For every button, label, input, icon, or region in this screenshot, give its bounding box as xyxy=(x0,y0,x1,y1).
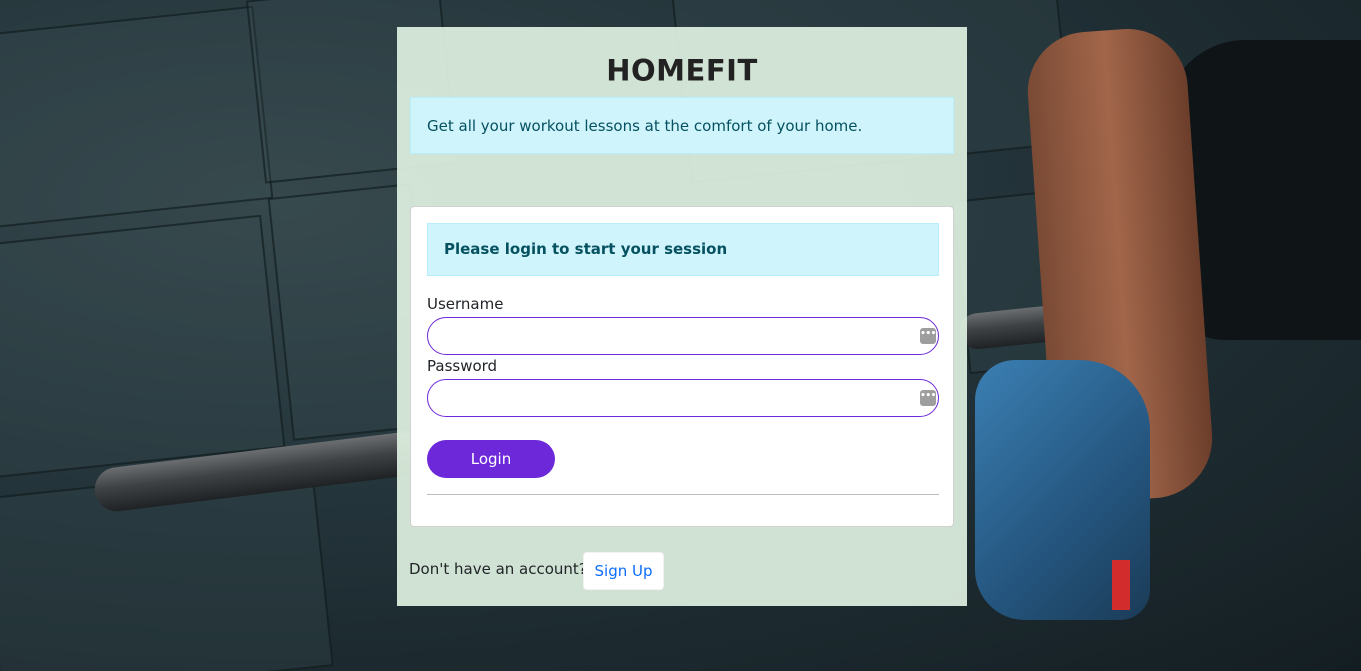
signup-button[interactable]: Sign Up xyxy=(583,552,664,590)
username-field[interactable]: ••• xyxy=(427,317,939,355)
username-label: Username xyxy=(427,295,504,313)
username-input[interactable] xyxy=(442,318,902,354)
app-title: HOMEFIT xyxy=(606,53,758,88)
login-panel: HOMEFIT Get all your workout lessons at … xyxy=(397,27,967,606)
login-card: Please login to start your session Usern… xyxy=(410,206,954,527)
tagline-banner: Get all your workout lessons at the comf… xyxy=(410,97,954,154)
password-manager-dots-icon[interactable]: ••• xyxy=(920,390,936,406)
password-label: Password xyxy=(427,357,498,375)
card-divider xyxy=(427,494,939,495)
password-input[interactable] xyxy=(442,380,902,416)
login-notice: Please login to start your session xyxy=(427,223,939,276)
signup-prompt: Don't have an account? xyxy=(409,560,587,578)
login-button[interactable]: Login xyxy=(427,440,555,478)
password-field[interactable]: ••• xyxy=(427,379,939,417)
password-manager-dots-icon[interactable]: ••• xyxy=(920,328,936,344)
